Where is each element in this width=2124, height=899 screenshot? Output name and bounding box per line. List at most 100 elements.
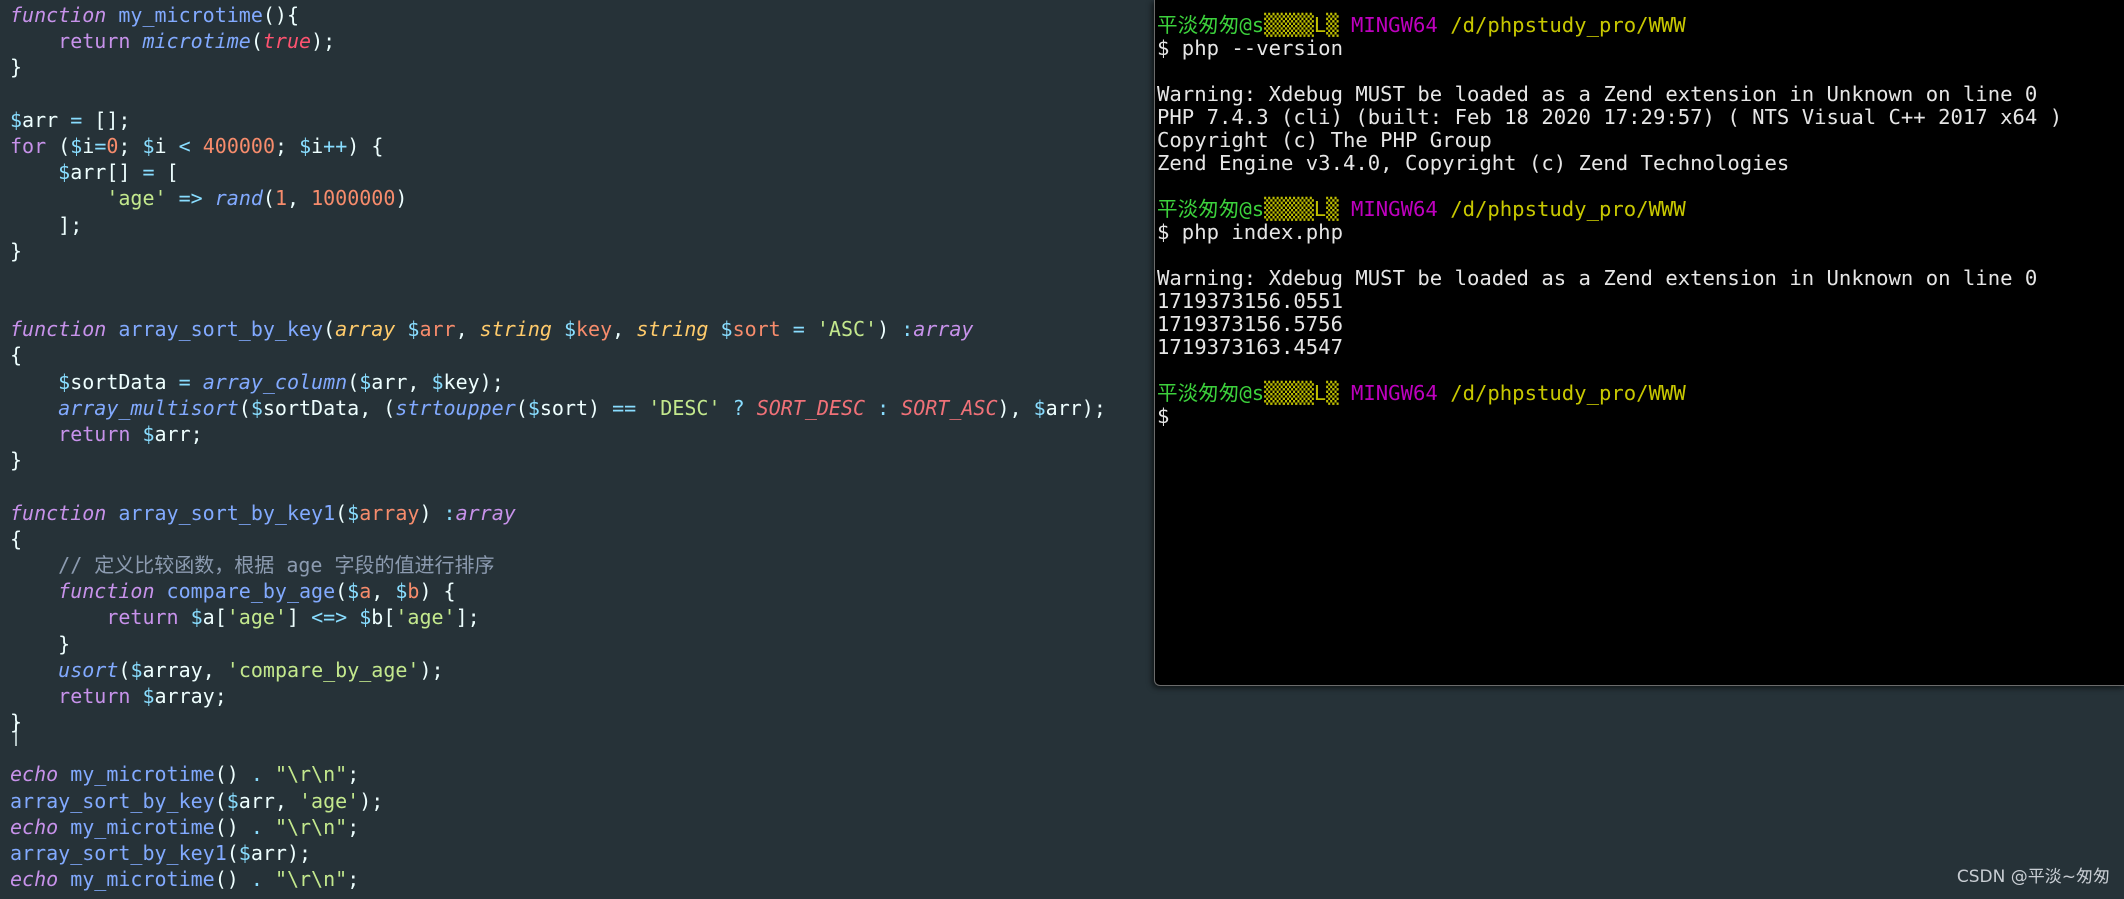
terminal-line: Warning: Xdebug MUST be loaded as a Zend… <box>1157 83 2062 106</box>
terminal-text: 平淡匆匆@s <box>1157 13 1265 37</box>
terminal-text: Warning: Xdebug MUST be loaded as a Zend… <box>1157 266 2038 290</box>
code-token: $ <box>142 133 155 158</box>
terminal-text: Copyright (c) The PHP Group <box>1157 128 1492 152</box>
code-token: [] <box>106 160 143 185</box>
code-token: 'age' <box>299 788 360 813</box>
code-line: $sortData = array_column($arr, $key); <box>10 369 1106 395</box>
code-token: ++ <box>323 133 348 158</box>
terminal-line: 平淡匆匆@s▒▒▒▒L▒ MINGW64 /d/phpstudy_pro/WWW <box>1157 198 2062 221</box>
terminal-line: Copyright (c) The PHP Group <box>1157 129 2062 152</box>
code-line: echo my_microtime() . "\r\n"; <box>10 761 1106 787</box>
code-token: $ <box>299 133 312 158</box>
code-line: for ($i=0; $i < 400000; $i++) { <box>10 133 1106 159</box>
code-token: for <box>10 133 47 158</box>
code-line: 'age' => rand(1, 1000000) <box>10 185 1106 211</box>
code-token: ; <box>347 762 360 787</box>
code-token: function <box>10 500 107 525</box>
terminal-text: /d/phpstudy_pro/WWW <box>1450 197 1686 221</box>
code-token: () <box>214 867 251 892</box>
code-line: function array_sort_by_key(array $arr, s… <box>10 316 1106 342</box>
code-token: ; <box>118 133 143 158</box>
code-token: ) <box>877 317 902 342</box>
code-token: array <box>359 500 420 525</box>
code-token: ]; <box>10 212 83 237</box>
terminal-text: 1719373163.4547 <box>1157 335 1343 359</box>
code-line: ]; <box>10 212 1106 238</box>
code-token: []; <box>82 107 131 132</box>
code-token: ) <box>419 500 444 525</box>
code-token: ( <box>214 788 227 813</box>
code-token: $ <box>407 317 420 342</box>
code-line: function compare_by_age($a, $b) { <box>10 578 1106 604</box>
code-token: ]; <box>455 605 480 630</box>
code-token: array <box>335 317 396 342</box>
code-token: my_microtime <box>70 814 215 839</box>
code-token: array <box>913 317 974 342</box>
code-line: function my_microtime(){ <box>10 2 1106 28</box>
code-line: function array_sort_by_key1($array) :arr… <box>10 500 1106 526</box>
code-token: : <box>901 317 914 342</box>
code-token: = <box>142 160 155 185</box>
code-token: SORT_DESC <box>756 395 866 420</box>
code-token: { <box>10 343 23 368</box>
code-token: $ <box>226 788 239 813</box>
terminal-output: 平淡匆匆@s▒▒▒▒L▒ MINGW64 /d/phpstudy_pro/WWW… <box>1157 14 2062 428</box>
code-token: sort <box>732 317 781 342</box>
code-token: ); <box>419 657 444 682</box>
code-token: sortData <box>262 395 360 420</box>
code-line: } <box>10 631 1106 657</box>
code-token: : <box>443 500 456 525</box>
code-token: . <box>250 762 263 787</box>
code-token: array_multisort <box>58 395 239 420</box>
code-token: (){ <box>262 3 299 27</box>
code-token: , <box>371 579 396 604</box>
code-token: $ <box>359 369 372 394</box>
code-line: } <box>10 447 1106 473</box>
code-token: compare_by_age <box>166 579 336 604</box>
code-token: $ <box>347 500 360 525</box>
terminal-text: /d/phpstudy_pro/WWW <box>1450 381 1686 405</box>
code-token: function <box>58 579 155 604</box>
code-token: ( <box>262 186 275 211</box>
code-line: return $arr; <box>10 421 1106 447</box>
code-token: ); <box>359 788 384 813</box>
code-token: , <box>407 369 432 394</box>
terminal-window[interactable]: 平淡匆匆@s▒▒▒▒L▒ MINGW64 /d/phpstudy_pro/WWW… <box>1154 0 2124 686</box>
code-token: $ <box>142 422 155 446</box>
code-token: my_microtime <box>70 762 215 787</box>
terminal-text: 平淡匆匆@s <box>1157 381 1265 405</box>
code-token: $ <box>359 605 372 630</box>
terminal-text: Warning: Xdebug MUST be loaded as a Zend… <box>1157 82 2038 106</box>
code-token: == <box>612 395 637 420</box>
code-token: return <box>58 422 131 446</box>
code-token: key <box>576 317 613 342</box>
desktop-screen: function my_microtime(){ return microtim… <box>0 0 2124 899</box>
code-token: $ <box>563 317 576 342</box>
csdn-watermark: CSDN @平淡~匆匆 <box>1956 867 2110 887</box>
code-token: 1000000 <box>311 186 396 211</box>
code-token: 400000 <box>202 133 275 158</box>
